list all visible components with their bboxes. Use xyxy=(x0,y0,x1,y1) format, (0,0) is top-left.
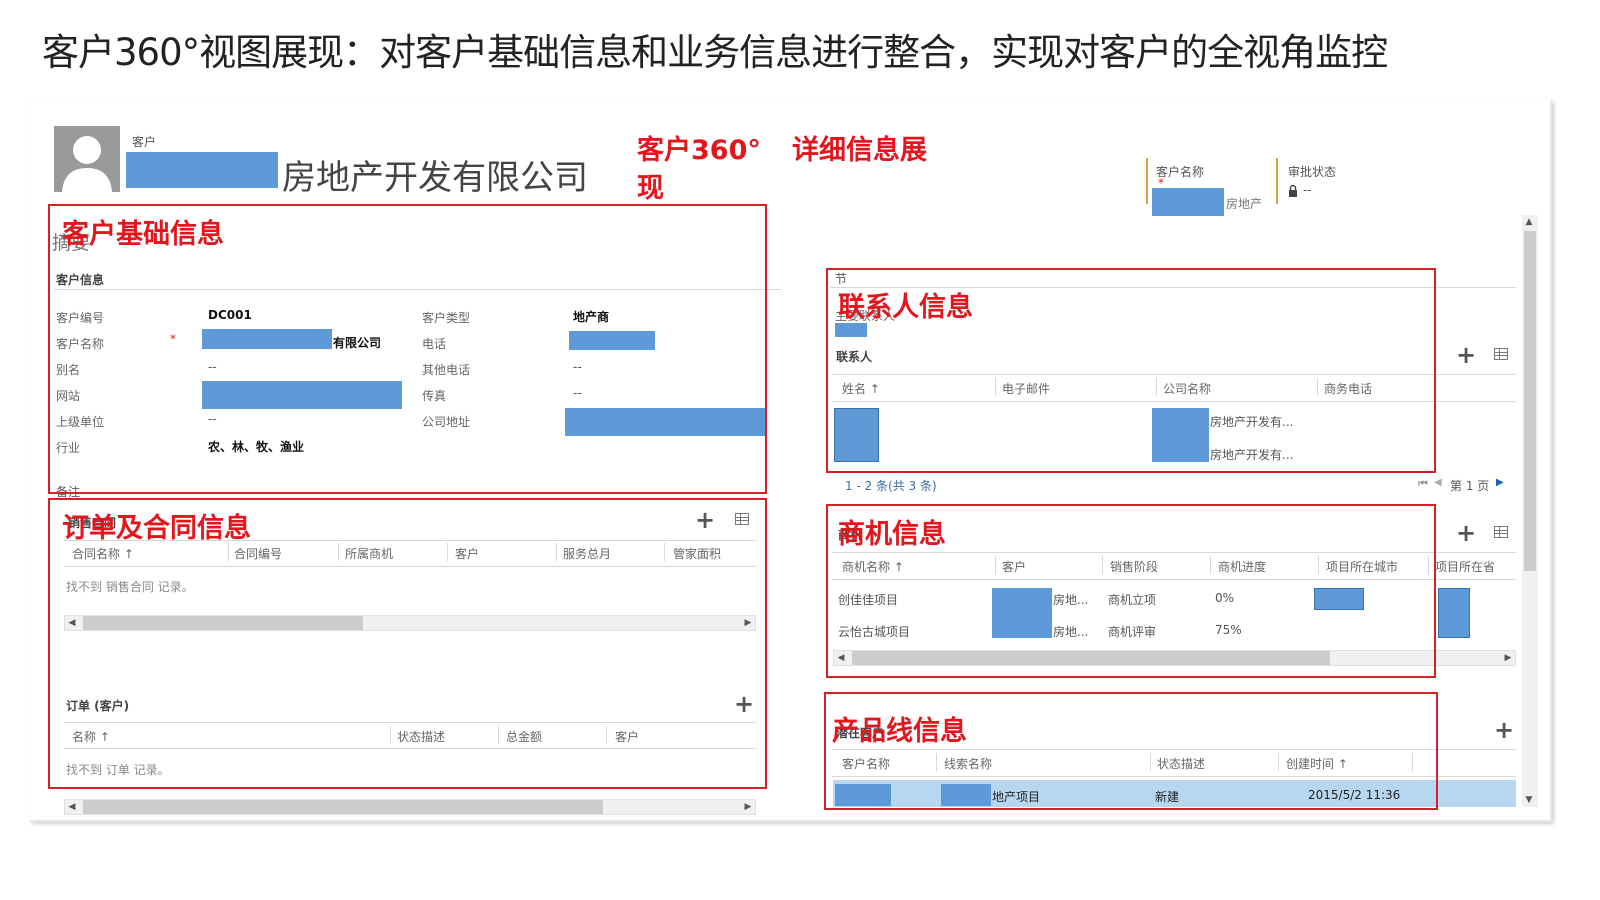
scroll-right-icon[interactable]: ▶ xyxy=(741,800,755,814)
person-icon xyxy=(62,136,112,192)
annotation-c360: 客户360° xyxy=(637,135,761,166)
redacted-opp-province xyxy=(1438,588,1470,638)
entity-type-label: 客户 xyxy=(132,135,157,149)
add-contact-icon[interactable]: + xyxy=(1456,343,1476,367)
current-page: 第 1 页 xyxy=(1450,479,1490,493)
annotation-orders: 订单及合同信息 xyxy=(62,513,251,544)
approval-label: 审批状态 xyxy=(1288,165,1337,179)
vertical-scroll-thumb[interactable] xyxy=(1524,231,1536,571)
add-lead-icon[interactable]: + xyxy=(1494,718,1514,742)
field-accent xyxy=(1146,158,1148,204)
approval-value: -- xyxy=(1303,183,1312,197)
field-accent xyxy=(1276,158,1278,204)
annotation-products: 产品线信息 xyxy=(832,716,967,747)
prev-page-icon[interactable]: ◀ xyxy=(1434,477,1442,488)
scroll-left-icon[interactable]: ◀ xyxy=(65,800,79,814)
annotation-opportunities: 商机信息 xyxy=(838,519,946,550)
annotation-contacts: 联系人信息 xyxy=(838,292,973,323)
pager-range: 1 - 2 条(共 3 条) xyxy=(845,479,937,493)
scroll-down-icon[interactable]: ▼ xyxy=(1522,793,1536,807)
redacted-name xyxy=(126,152,278,188)
orders-h-scrollbar[interactable]: ◀ ▶ xyxy=(64,799,756,815)
scroll-up-icon[interactable]: ▲ xyxy=(1522,215,1536,229)
h-scroll-thumb[interactable] xyxy=(83,800,603,814)
avatar[interactable] xyxy=(54,126,120,192)
header-name-partial: 房地产 xyxy=(1226,197,1263,211)
slide-title: 客户360°视图展现：对客户基础信息和业务信息进行整合，实现对客户的全视角监控 xyxy=(42,31,1388,74)
annotation-basic-info: 客户基础信息 xyxy=(62,219,224,250)
col-opp-province[interactable]: 项目所在省 xyxy=(1435,558,1495,575)
scroll-right-icon[interactable]: ▶ xyxy=(1501,651,1515,665)
grid-view-icon[interactable] xyxy=(1494,348,1508,360)
grid-view-icon[interactable] xyxy=(1494,526,1508,538)
first-page-icon[interactable]: ⏮ xyxy=(1418,477,1428,491)
record-name-suffix: 房地产开发有限公司 xyxy=(282,158,588,198)
redacted-header-name xyxy=(1152,188,1224,216)
annotation-detail-2: 现 xyxy=(637,173,664,204)
lock-icon xyxy=(1288,182,1298,201)
vertical-scrollbar[interactable]: ▲ ▼ xyxy=(1522,215,1538,807)
annotation-detail: 详细信息展 xyxy=(792,135,927,166)
next-page-icon[interactable]: ▶ xyxy=(1496,477,1504,488)
add-opportunity-icon[interactable]: + xyxy=(1456,521,1476,545)
